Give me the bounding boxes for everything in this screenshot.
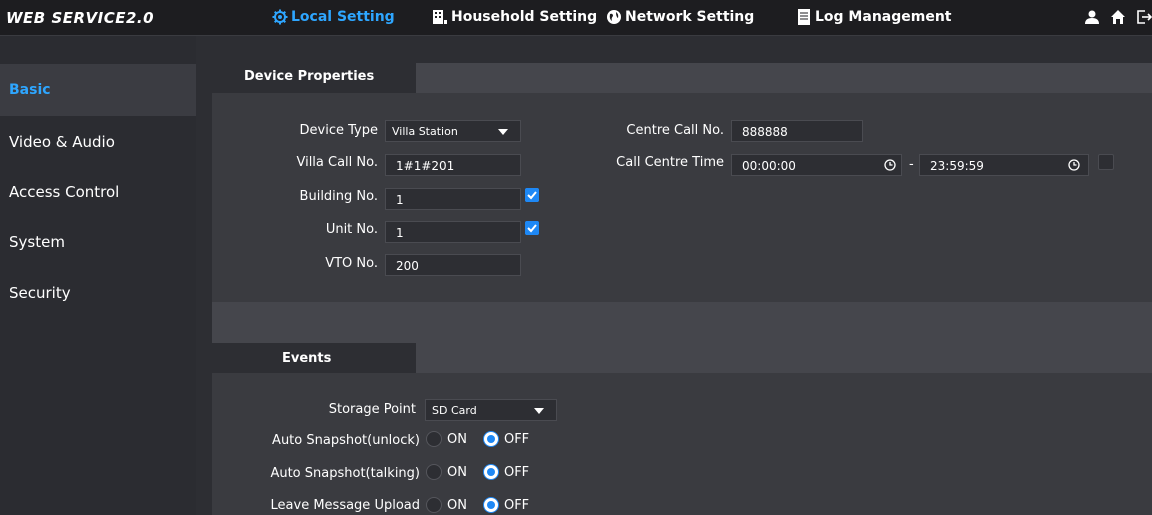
auto-snapshot-unlock-off-radio[interactable] [482, 431, 499, 447]
globe-icon [607, 10, 621, 24]
time-range-separator: - [909, 157, 914, 172]
device-type-select[interactable]: Villa Station [385, 120, 521, 142]
events-tab-bar-fill [416, 343, 1152, 373]
leave-message-upload-label: Leave Message Upload [270, 498, 420, 513]
nav-household-setting[interactable]: Household Setting [432, 9, 597, 25]
clock-icon[interactable] [1068, 159, 1080, 171]
events-tab-label: Events [282, 351, 332, 366]
call-centre-time-label: Call Centre Time [616, 155, 724, 170]
auto-snapshot-unlock-on-radio[interactable] [426, 431, 442, 447]
radio-off-label: OFF [503, 431, 530, 447]
auto-snapshot-unlock-label: Auto Snapshot(unlock) [272, 433, 420, 448]
leave-message-upload-on-radio[interactable] [426, 497, 442, 513]
clock-icon[interactable] [884, 159, 896, 171]
unit-no-checkbox[interactable] [525, 221, 539, 235]
household-icon [433, 10, 447, 24]
leave-message-upload-off-radio[interactable] [482, 497, 499, 513]
vto-no-label: VTO No. [325, 256, 378, 271]
radio-off-label: OFF [503, 497, 530, 513]
nav-household-setting-label: Household Setting [451, 9, 598, 25]
device-type-label: Device Type [299, 123, 378, 138]
device-type-value: Villa Station [392, 125, 458, 138]
building-no-input[interactable]: 1 [385, 188, 521, 210]
top-bar: WEB SERVICE2.0 Local Setting Household S… [0, 0, 1152, 36]
auto-snapshot-talking-label: Auto Snapshot(talking) [270, 466, 420, 481]
leave-message-upload-radio-group: ON OFF [426, 497, 545, 513]
events-header-bar [212, 302, 1152, 343]
sidebar-item-basic[interactable]: Basic [0, 64, 196, 116]
device-properties-tab[interactable]: Device Properties [212, 63, 416, 93]
home-icon[interactable] [1110, 9, 1126, 25]
log-icon [798, 9, 810, 25]
storage-point-value: SD Card [432, 404, 477, 417]
centre-call-no-label: Centre Call No. [626, 123, 724, 138]
top-right-icons [1084, 9, 1152, 25]
app-logo: WEB SERVICE2.0 [6, 9, 155, 27]
radio-on-label: ON [447, 464, 467, 480]
unit-no-input[interactable]: 1 [385, 221, 521, 243]
nav-local-setting-label: Local Setting [291, 9, 395, 25]
call-centre-time-checkbox[interactable] [1098, 154, 1114, 170]
chevron-down-icon [498, 129, 508, 135]
radio-on-label: ON [447, 431, 467, 447]
nav-log-management[interactable]: Log Management [796, 9, 952, 25]
building-no-label: Building No. [299, 189, 378, 204]
unit-no-label: Unit No. [325, 222, 378, 237]
vto-no-input[interactable]: 200 [385, 254, 521, 276]
auto-snapshot-talking-off-radio[interactable] [482, 464, 499, 480]
auto-snapshot-talking-radio-group: ON OFF [426, 464, 545, 480]
storage-point-label: Storage Point [328, 402, 416, 417]
gear-icon [272, 9, 288, 25]
logout-icon[interactable] [1136, 9, 1152, 25]
sidebar-item-access-control[interactable]: Access Control [0, 166, 196, 218]
chevron-down-icon [534, 408, 544, 414]
sidebar-item-system[interactable]: System [0, 216, 196, 268]
sidebar: Basic Video & Audio Access Control Syste… [0, 36, 196, 515]
nav-local-setting[interactable]: Local Setting [272, 9, 395, 25]
call-centre-start-time-input[interactable]: 00:00:00 [731, 154, 902, 176]
device-properties-tab-label: Device Properties [244, 69, 375, 84]
radio-on-label: ON [447, 497, 467, 513]
auto-snapshot-talking-on-radio[interactable] [426, 464, 442, 480]
centre-call-no-input[interactable]: 888888 [731, 120, 863, 142]
villa-call-no-label: Villa Call No. [296, 155, 378, 170]
nav-log-management-label: Log Management [815, 9, 952, 25]
call-centre-end-time-input[interactable]: 23:59:59 [919, 154, 1089, 176]
villa-call-no-input[interactable]: 1#1#201 [385, 154, 521, 176]
radio-off-label: OFF [503, 464, 530, 480]
nav-network-setting-label: Network Setting [625, 9, 755, 25]
nav-network-setting[interactable]: Network Setting [606, 9, 754, 25]
user-icon[interactable] [1084, 9, 1100, 25]
storage-point-select[interactable]: SD Card [425, 399, 557, 421]
sidebar-item-video-audio[interactable]: Video & Audio [0, 116, 196, 168]
events-tab[interactable]: Events [212, 343, 416, 373]
auto-snapshot-unlock-radio-group: ON OFF [426, 431, 545, 447]
building-no-checkbox[interactable] [525, 188, 539, 202]
sidebar-item-security[interactable]: Security [0, 267, 196, 319]
